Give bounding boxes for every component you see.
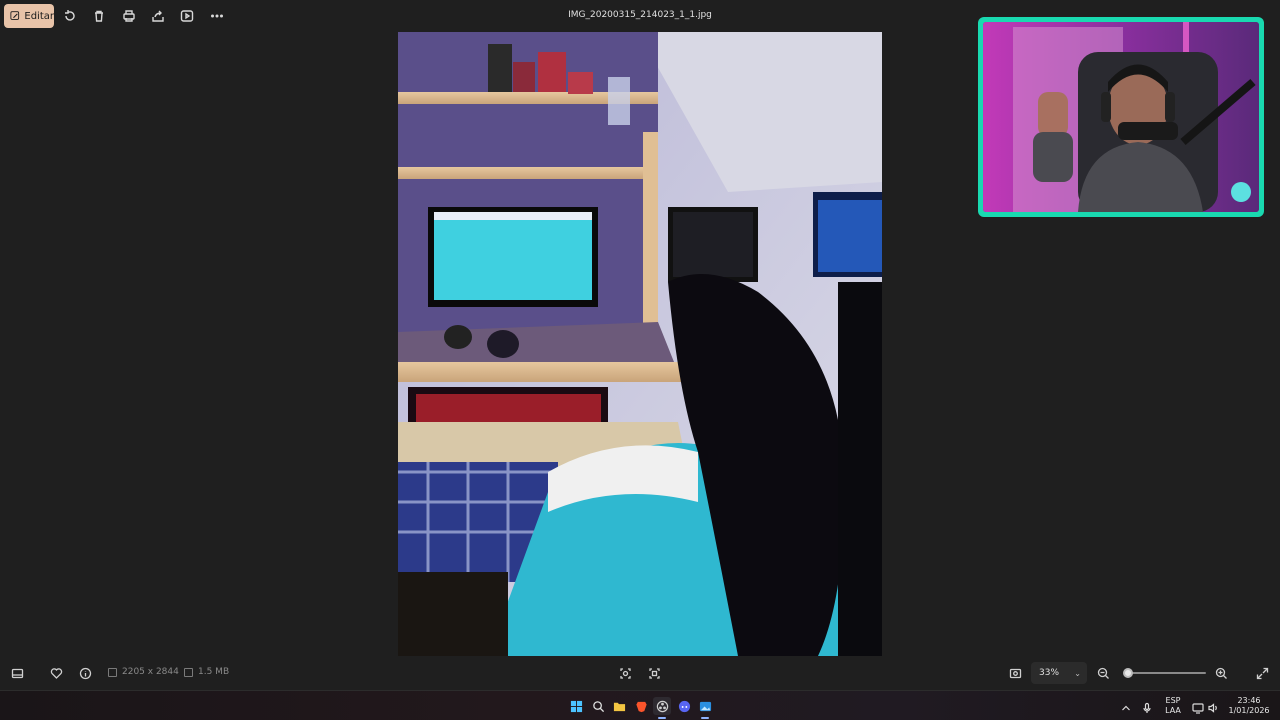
brave-browser-icon[interactable] [632, 697, 650, 715]
microphone-icon[interactable] [1141, 699, 1153, 713]
print-icon[interactable] [121, 8, 137, 24]
photos-app-icon[interactable] [696, 697, 714, 719]
fit-screen-icon[interactable] [617, 665, 633, 681]
file-name: IMG_20200315_214023_1_1.jpg [568, 10, 712, 20]
zoom-level-text: 33% [1039, 668, 1060, 678]
language-code: ESP [1165, 696, 1181, 705]
webcam-feed [983, 22, 1259, 212]
photo-canvas[interactable] [398, 32, 882, 656]
chevron-up-icon[interactable] [1120, 699, 1132, 711]
dimensions-text: 2205 x 2844 [122, 667, 179, 677]
filmstrip-icon[interactable] [9, 665, 25, 681]
search-icon[interactable] [589, 697, 607, 715]
zoom-slider[interactable] [1123, 668, 1206, 678]
clock-time: 23:46 [1237, 696, 1261, 705]
fullscreen-icon[interactable] [1254, 665, 1270, 681]
zoom-slider-thumb[interactable] [1123, 668, 1134, 678]
file-size-text: 1.5 MB [198, 667, 230, 677]
start-menu-icon[interactable] [567, 697, 585, 715]
delete-icon[interactable] [91, 8, 107, 24]
info-icon[interactable] [77, 665, 93, 681]
clock-date: 1/01/2026 [1228, 706, 1270, 715]
more-icon[interactable] [209, 8, 225, 24]
edit-button-label: Editar [24, 10, 54, 22]
obs-studio-icon[interactable] [653, 697, 671, 719]
image-dimensions: 2205 x 2844 [108, 667, 179, 677]
share-icon[interactable] [150, 8, 166, 24]
input-language[interactable]: ESP LAA [1160, 696, 1186, 716]
windows-taskbar: ESP LAA 23:46 1/01/2026 [0, 690, 1280, 720]
clock[interactable]: 23:46 1/01/2026 [1226, 696, 1272, 716]
webcam-overlay [978, 17, 1264, 217]
file-size: 1.5 MB [184, 667, 229, 677]
volume-icon[interactable] [1207, 699, 1219, 713]
actual-size-icon[interactable] [646, 665, 662, 681]
slideshow-icon[interactable] [179, 8, 195, 24]
edit-icon [10, 11, 20, 20]
discord-icon[interactable] [675, 697, 693, 715]
edit-button[interactable]: Editar [4, 4, 54, 28]
file-explorer-icon[interactable] [610, 697, 628, 715]
photo-image [398, 32, 882, 656]
display-icon[interactable] [1192, 699, 1204, 714]
photo-viewer-window: Editar IMG_20200315_214023_1_1.jpg 2205 … [0, 0, 1280, 690]
zoom-level-dropdown[interactable]: 33% ⌄ [1031, 662, 1087, 684]
favorite-icon[interactable] [48, 665, 64, 681]
rotate-icon[interactable] [62, 8, 78, 24]
keyboard-layout: LAA [1165, 706, 1181, 715]
dimensions-icon [108, 667, 117, 677]
bottom-toolbar: 2205 x 2844 1.5 MB 33% ⌄ [0, 658, 1280, 688]
file-size-icon [184, 667, 193, 677]
zoom-out-icon[interactable] [1095, 665, 1111, 681]
zoom-in-icon[interactable] [1213, 665, 1229, 681]
fit-window-icon[interactable] [1007, 665, 1023, 681]
chevron-down-icon: ⌄ [1074, 668, 1081, 678]
